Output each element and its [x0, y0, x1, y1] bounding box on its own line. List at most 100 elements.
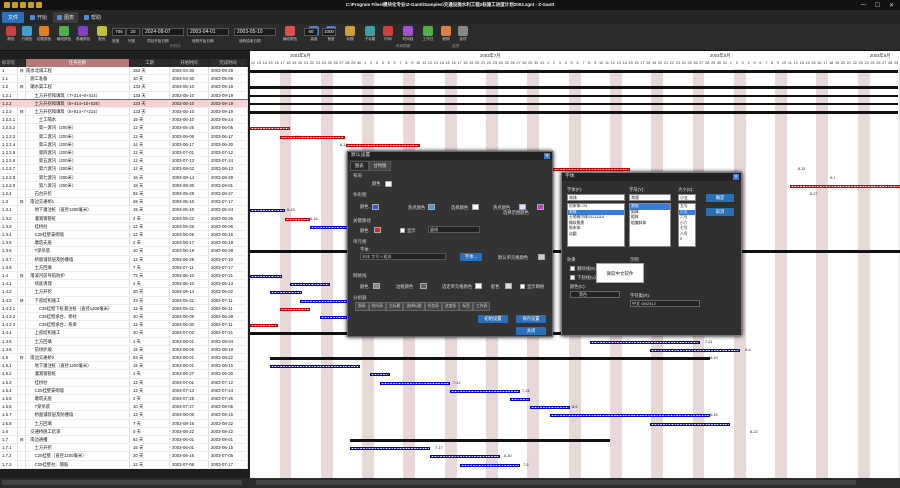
- width-input[interactable]: 705: [112, 28, 126, 36]
- table-row[interactable]: 1.2.3.9 第八渡汛（200米） 18 天 2003-08-30 2003-09-…: [0, 181, 248, 190]
- cell-ex[interactable]: [18, 386, 26, 394]
- table-row[interactable]: 1.2 ⊟ 输水渠工程 133 天 2003-05-10 2003-09-19: [0, 83, 248, 92]
- col-start[interactable]: 开始时间: [170, 59, 209, 67]
- table-row[interactable]: 1.5.1 地下灌注桩（直径1200毫米） 15 天 2003-06-01 2003-…: [0, 362, 248, 371]
- task-bar[interactable]: [270, 365, 360, 369]
- table-row[interactable]: 1.3.4 C25挂壁安砌墙 12 天 2003-06-05 2003-06-16: [0, 231, 248, 240]
- ribbon-right-button-4[interactable]: 子标题: [362, 26, 378, 42]
- strike-checkbox[interactable]: [570, 266, 575, 271]
- cell-ex[interactable]: [18, 173, 26, 181]
- table-row[interactable]: 1.4.1 场底清理 4 天 2003-05-10 2003-05-13: [0, 280, 248, 289]
- cell-ex[interactable]: [18, 427, 26, 435]
- cell-ex[interactable]: [18, 222, 26, 230]
- ribbon-button-5[interactable]: 配色: [94, 26, 110, 42]
- ribbon-button-4[interactable]: 表格颜色: [75, 26, 91, 42]
- crit-style-select[interactable]: 虚线: [428, 226, 480, 233]
- save-icon[interactable]: [4, 2, 10, 8]
- new-icon[interactable]: [20, 2, 26, 8]
- cell-ex[interactable]: ⊟: [18, 296, 26, 304]
- close-icon[interactable]: ✕: [885, 1, 898, 9]
- grid-hot-swatch[interactable]: [475, 283, 482, 289]
- table-row[interactable]: 1.4 ⊟ 落溪河前导航防护 73 天 2003-05-10 2003-07-21: [0, 272, 248, 281]
- cell-ex[interactable]: [18, 378, 26, 386]
- col-width-input[interactable]: 20: [126, 28, 140, 36]
- table-row[interactable]: 1.4.2 土方开挖 20 天 2003-05-14 2003-06-02: [0, 288, 248, 297]
- cell-ex[interactable]: [18, 452, 26, 460]
- col-finish[interactable]: 完成时间: [209, 59, 248, 67]
- close-button[interactable]: 关闭: [516, 327, 546, 335]
- minimize-icon[interactable]: —: [857, 1, 870, 9]
- task-bar[interactable]: [250, 127, 290, 131]
- table-row[interactable]: 1.2.3.2 第一渡汛（200米） 12 天 2003-05-25 2003-06-…: [0, 124, 248, 133]
- table-row[interactable]: 1.6 交通桥施工结束 0 天 2003-08-22 2003-08-22: [0, 427, 248, 436]
- task-bar[interactable]: [270, 291, 302, 295]
- table-row[interactable]: 1.2.4 石台开挖 92 天 2003-05-28 2003-08-27: [0, 190, 248, 199]
- cell-ex[interactable]: [18, 419, 26, 427]
- ribbon-button-0[interactable]: 颜色: [3, 26, 19, 42]
- task-bar[interactable]: [790, 184, 900, 188]
- table-row[interactable]: 1.3.2 灌溉钢管桩 4 天 2003-05-22 2003-05-25: [0, 214, 248, 223]
- table-row[interactable]: 1.7.3 C25挂壁柱、钢筋 12 天 2003-07-06 2003-07-17: [0, 460, 248, 469]
- group-tab-6[interactable]: 标签: [459, 302, 473, 311]
- ribbon-button-3[interactable]: 格线颜色: [56, 26, 72, 42]
- cell-ex[interactable]: [18, 149, 26, 157]
- table-row[interactable]: 1.2.3.5 第四渡汛（200米） 12 天 2003-07-01 2003-07-…: [0, 149, 248, 158]
- task-bar[interactable]: [450, 389, 520, 393]
- hot-color-swatch[interactable]: [428, 204, 435, 210]
- cell-ex[interactable]: [18, 370, 26, 378]
- cell-ex[interactable]: ⊟: [18, 83, 26, 91]
- table-row[interactable]: 1.2.1 土方开挖和填筑（7+214~8+414） 133 天 2003-05-1…: [0, 91, 248, 100]
- task-bar[interactable]: [650, 422, 730, 426]
- cell-ex[interactable]: [18, 239, 26, 247]
- base-sel-swatch[interactable]: [537, 204, 544, 210]
- table-row[interactable]: 1.5.4 C25挂壁安砌墙 12 天 2003-07-13 2003-07-24: [0, 386, 248, 395]
- project-start-date[interactable]: 2024-08-07: [142, 28, 184, 36]
- group-tab-4[interactable]: 任务条: [424, 302, 442, 311]
- tab-gantt[interactable]: 甘特图: [368, 161, 392, 171]
- task-bar[interactable]: [250, 209, 285, 213]
- task-bar[interactable]: [590, 340, 700, 344]
- cell-ex[interactable]: [18, 280, 26, 288]
- cell-ex[interactable]: [18, 288, 26, 296]
- script-select[interactable]: 中文 GB2312: [630, 300, 700, 307]
- table-row[interactable]: 1 ⊟ 南水北调工程 153 天 2003-04-30 2003-09-29: [0, 67, 248, 76]
- cell-ex[interactable]: ⊟: [18, 272, 26, 280]
- table-scroll-thumb[interactable]: [2, 480, 242, 485]
- cell-ex[interactable]: [18, 132, 26, 140]
- group-tab-5[interactable]: 进度条: [441, 302, 460, 311]
- undo-icon[interactable]: [28, 2, 34, 8]
- group-tab-0[interactable]: 图表: [355, 302, 369, 311]
- table-row[interactable]: 1.4.3 ⊟ 下部结构施工 43 天 2003-05-31 2003-07-11: [0, 296, 248, 305]
- table-row[interactable]: 1.4.4 上部结构施工 20 天 2003-07-02 2003-07-21: [0, 329, 248, 338]
- table-row[interactable]: 1.3.5 墩筑支座 2 天 2003-06-17 2003-06-18: [0, 239, 248, 248]
- ok-button[interactable]: 确定: [706, 194, 734, 202]
- cell-ex[interactable]: [18, 190, 26, 198]
- table-row[interactable]: 1.1 施工准备 10 天 2003-04-30 2003-05-09: [0, 75, 248, 84]
- file-menu[interactable]: 文件: [2, 11, 25, 23]
- cell-ex[interactable]: [18, 165, 26, 173]
- task-bar[interactable]: [346, 143, 420, 147]
- summary-bar[interactable]: [250, 94, 898, 98]
- task-bar[interactable]: [250, 324, 278, 328]
- table-row[interactable]: 1.7.1 土方开挖 15 天 2003-06-01 2003-06-15: [0, 444, 248, 453]
- font-size-list[interactable]: 五号 小五 六号 小六 七号 八号 9: [678, 203, 696, 247]
- table-row[interactable]: 1.2.3 ⊟ 土方开挖和填筑（5+814~7+214） 133 天 2003-05-…: [0, 108, 248, 117]
- grid-border-swatch[interactable]: [420, 283, 427, 289]
- cell-ex[interactable]: [18, 263, 26, 271]
- cell-ex[interactable]: [18, 116, 26, 124]
- group-tab-7[interactable]: 工作表: [472, 302, 491, 311]
- task-bar[interactable]: [280, 307, 310, 311]
- save-settings-button[interactable]: 保存设置: [516, 315, 546, 323]
- close-icon[interactable]: ✕: [544, 153, 550, 159]
- cell-ex[interactable]: ⊟: [18, 354, 26, 362]
- quick-access-toolbar[interactable]: [4, 2, 42, 8]
- cell-ex[interactable]: ⊟: [18, 436, 26, 444]
- table-row[interactable]: 1.4.3.3 C25挂壁承台、系梁 12 天 2003-06-30 2003-07-…: [0, 321, 248, 330]
- table-row[interactable]: 1.5 ⊟ 南边交通桥2 83 天 2003-06-01 2003-08-22: [0, 354, 248, 363]
- task-bar[interactable]: [530, 406, 570, 410]
- menu-start[interactable]: 开始: [26, 12, 51, 23]
- cell-ex[interactable]: [18, 255, 26, 263]
- task-bar[interactable]: [280, 135, 345, 139]
- table-row[interactable]: 1.3.1 地下灌注桩（直径1200毫米） 15 天 2003-05-10 2003-…: [0, 206, 248, 215]
- ribbon-button-1[interactable]: 行颜色: [19, 26, 35, 42]
